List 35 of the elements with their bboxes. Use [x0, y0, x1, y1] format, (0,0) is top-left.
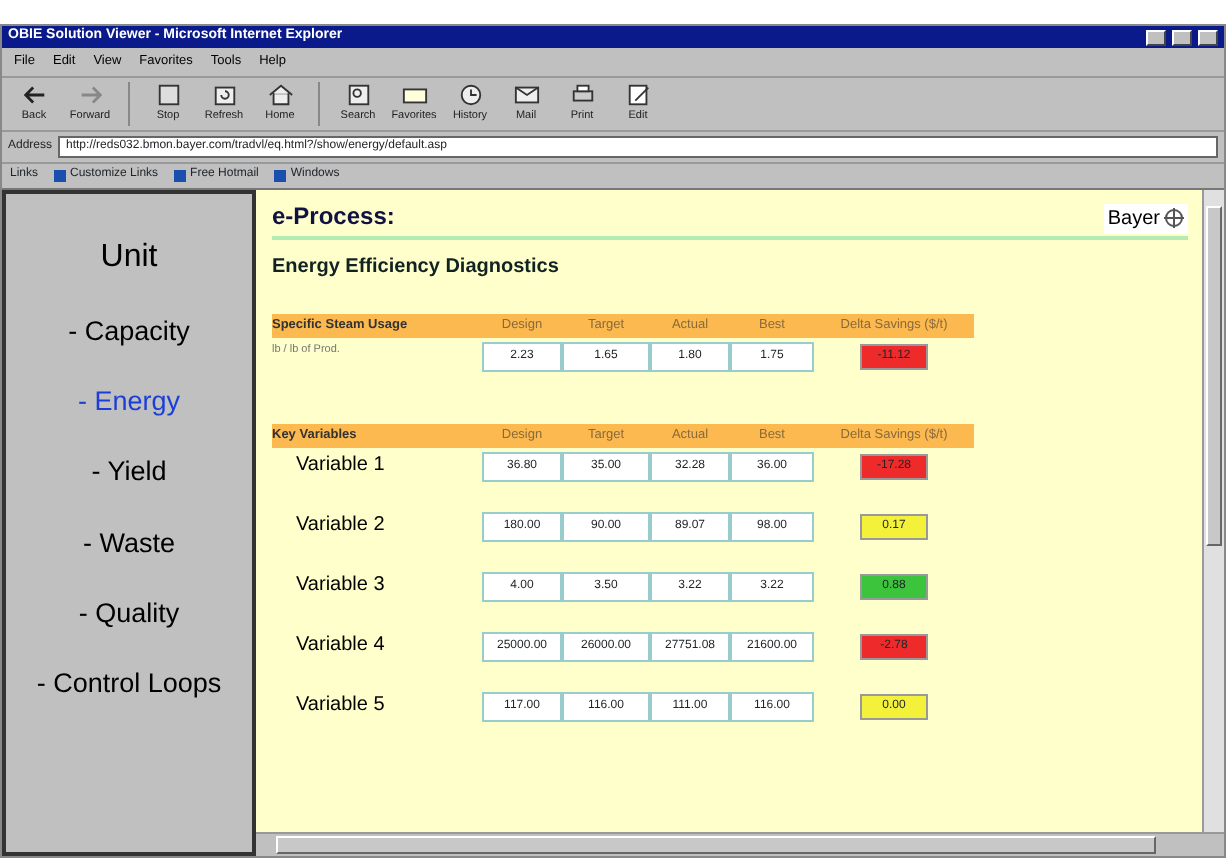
vertical-scrollbar[interactable]	[1202, 189, 1224, 832]
sidebar-link[interactable]: - Waste	[82, 523, 175, 564]
scroll-thumb[interactable]	[276, 836, 1156, 854]
refresh-icon	[211, 82, 237, 109]
sidebar-link[interactable]: - Yield	[91, 452, 167, 493]
sidebar-link[interactable]: - Capacity	[68, 311, 190, 352]
horizontal-scrollbar[interactable]	[256, 832, 1224, 856]
forward-icon	[77, 82, 103, 109]
home-icon	[267, 82, 293, 109]
row-label: Variable 4	[294, 631, 387, 660]
link-icon	[174, 169, 187, 182]
cross-circle-icon	[1164, 208, 1184, 229]
row-label: Variable 5	[294, 691, 387, 720]
maximize-button[interactable]	[1172, 29, 1192, 45]
brand-title: e-Process:	[272, 199, 395, 234]
page-title: Energy Efficiency Diagnostics	[272, 253, 561, 282]
stop-icon	[155, 82, 181, 109]
sidebar-link[interactable]: - Control Loops	[36, 664, 222, 705]
logo: Bayer	[1103, 203, 1188, 234]
edit-icon	[625, 82, 651, 109]
link-icon	[54, 169, 67, 182]
mail-icon	[513, 82, 539, 109]
close-button[interactable]	[1198, 29, 1218, 45]
history-icon	[457, 82, 483, 109]
link-icon	[274, 169, 287, 182]
row-label: Variable 3	[294, 571, 387, 600]
scroll-thumb[interactable]	[1206, 205, 1222, 546]
back-icon	[21, 82, 47, 109]
row-label: Variable 2	[294, 511, 387, 540]
sidebar-title: Unit	[100, 237, 158, 278]
search-icon	[345, 82, 371, 109]
minimize-button[interactable]	[1146, 29, 1166, 45]
row-label: Variable 1	[294, 451, 387, 480]
sidebar-link[interactable]: - Energy	[77, 382, 181, 423]
sidebar-link[interactable]: - Quality	[78, 593, 180, 634]
